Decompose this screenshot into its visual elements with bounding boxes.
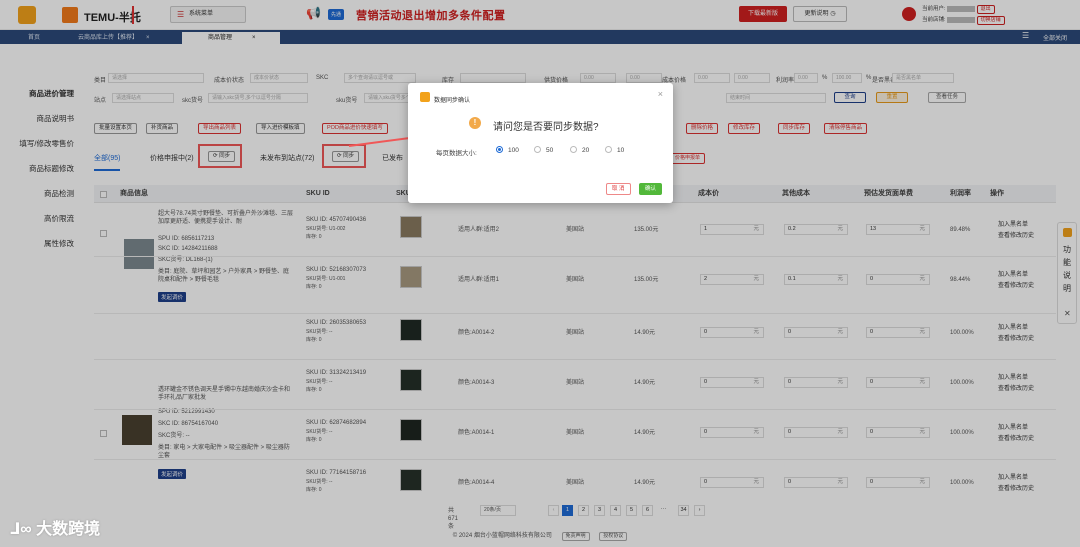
page-size-20-radio[interactable]: 20 [570, 146, 589, 154]
radio-icon [534, 146, 541, 153]
dialog-question: 请问您是否要同步数据? [493, 122, 599, 133]
watermark-text: 大数跨境 [36, 521, 101, 538]
dialog-title: 数据同步确认 [434, 98, 471, 104]
page-size-100-radio[interactable]: 100 [496, 146, 519, 154]
cancel-button[interactable]: 取 消 [606, 183, 631, 195]
close-icon[interactable]: × [658, 89, 663, 99]
watermark: ⅃∞ 大数跨境 [10, 515, 100, 539]
dialog-logo-icon [420, 92, 430, 102]
radio-label: 20 [582, 147, 590, 154]
radio-icon [570, 146, 577, 153]
page-size-50-radio[interactable]: 50 [534, 146, 553, 154]
page-size-10-radio[interactable]: 10 [605, 146, 624, 154]
page-size-label: 每页数据大小: [436, 150, 477, 157]
sync-confirm-dialog: 数据同步确认 × ! 请问您是否要同步数据? 每页数据大小: 100 50 20… [408, 83, 673, 203]
radio-icon [496, 146, 503, 153]
radio-label: 50 [546, 147, 554, 154]
warning-icon: ! [469, 117, 481, 129]
radio-label: 10 [617, 147, 625, 154]
watermark-logo-icon: ⅃∞ [10, 521, 32, 538]
radio-icon [605, 146, 612, 153]
confirm-button[interactable]: 确认 [639, 183, 663, 195]
radio-label: 100 [508, 147, 519, 154]
